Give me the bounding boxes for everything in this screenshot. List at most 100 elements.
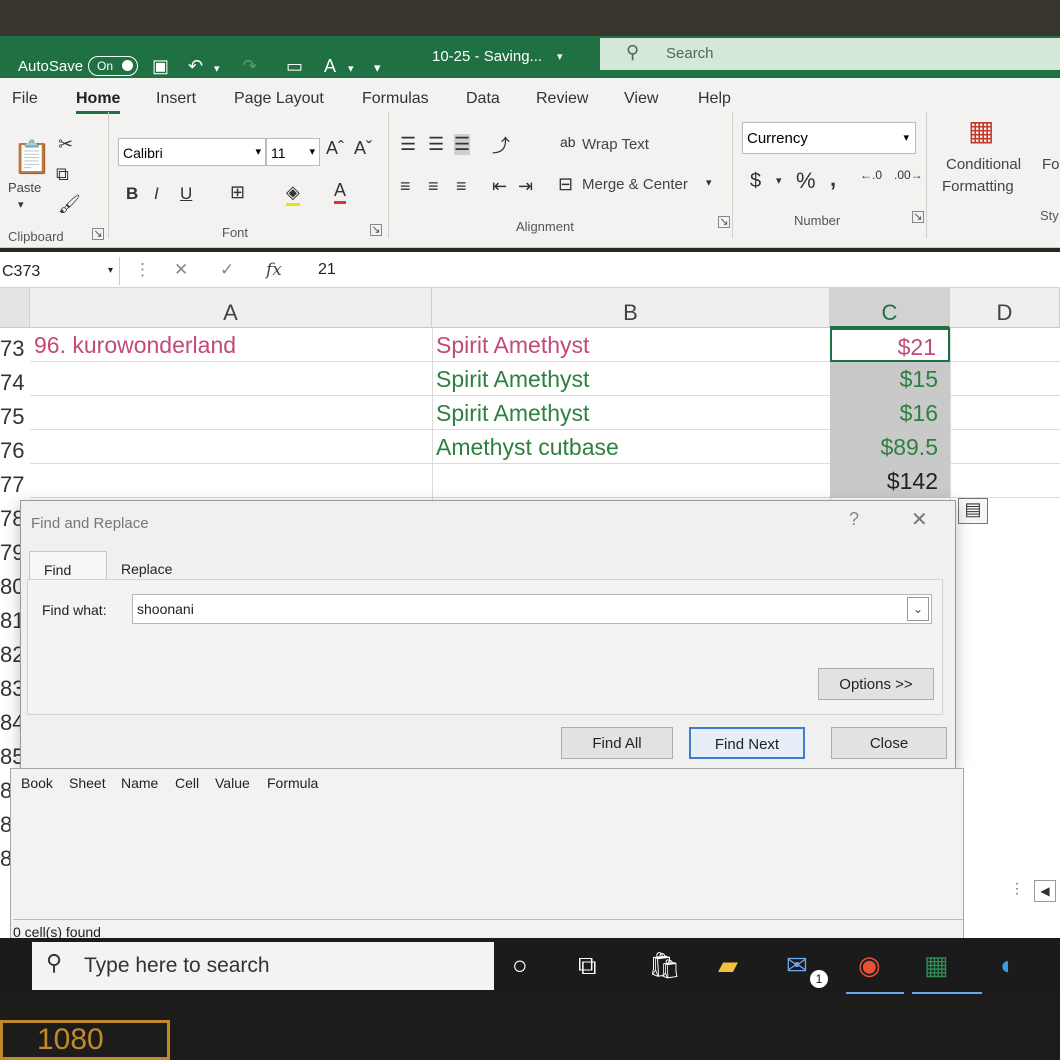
alignment-launcher-icon[interactable]: ↘ [718,216,730,228]
excel-icon[interactable]: ▦ [924,950,949,981]
quick-analysis-icon[interactable]: ▤ [958,498,988,524]
decrease-font-icon[interactable]: Aˇ [354,138,372,159]
cortana-icon[interactable]: ○ [512,950,528,981]
select-all-corner[interactable] [0,288,30,328]
results-col-name[interactable]: Name [121,775,158,791]
italic-icon[interactable]: I [154,184,159,204]
title-dropdown-icon[interactable]: ▾ [557,50,563,63]
results-col-sheet[interactable]: Sheet [69,775,106,791]
row-header-75[interactable]: 75 [0,404,30,430]
tab-formulas[interactable]: Formulas [362,90,429,108]
column-header-a[interactable]: A [30,288,432,328]
results-col-value[interactable]: Value [215,775,250,791]
font-color-dropdown-icon[interactable]: ▾ [348,62,354,75]
customize-qat-icon[interactable]: ▾ [374,60,381,76]
edge-icon[interactable]: ◐ [1000,950,1016,981]
column-header-b[interactable]: B [432,288,830,328]
tab-home[interactable]: Home [76,90,121,114]
taskbar-search[interactable]: ⚲ Type here to search [32,942,494,990]
format-as-table-partial[interactable]: Fo [1042,156,1060,173]
format-painter-icon[interactable]: 🖌 [58,194,81,215]
results-col-book[interactable]: Book [21,775,53,791]
chevron-down-icon[interactable]: ⌄ [907,597,929,621]
find-all-button[interactable]: Find All [561,727,673,759]
chevron-down-icon[interactable]: ▾ [776,174,782,187]
cell-c73[interactable]: $21 [830,328,950,362]
redo-icon[interactable]: ↷ [242,56,257,77]
copy-icon[interactable]: ⧉ [56,164,69,185]
tab-file[interactable]: File [12,90,38,108]
wrap-text-button[interactable]: Wrap Text [582,136,649,153]
task-view-icon[interactable]: ⧉ [578,950,597,982]
align-left-icon[interactable]: ≡ [400,176,411,197]
enter-icon[interactable]: ✓ [220,260,234,280]
wrap-text-icon[interactable]: ab [560,134,576,150]
search-box[interactable]: ⚲ Search [600,38,1060,70]
currency-icon[interactable]: $ [750,170,761,193]
font-name-select[interactable]: Calibri ▾ [118,138,266,166]
orientation-icon[interactable]: ⤴ [492,132,510,158]
cell-a73[interactable]: 96. kurowonderland [34,328,236,362]
scroll-left-icon[interactable]: ◀ [1034,880,1056,902]
font-launcher-icon[interactable]: ↘ [370,224,382,236]
row-header-76[interactable]: 76 [0,438,30,464]
bold-icon[interactable]: B [126,184,138,204]
row-header-77[interactable]: 77 [0,472,30,498]
borders-icon[interactable]: ⊞ [230,182,245,203]
row-header-74[interactable]: 74 [0,370,30,396]
paste-dropdown-icon[interactable]: ▾ [18,198,24,211]
name-box[interactable]: C373 ▾ [0,257,120,285]
cancel-icon[interactable]: ✕ [174,260,188,280]
file-explorer-icon[interactable]: ▰ [718,950,738,981]
align-right-icon[interactable]: ≡ [456,176,467,197]
chrome-icon[interactable]: ◉ [858,950,881,981]
increase-font-icon[interactable]: Aˆ [326,138,344,159]
number-launcher-icon[interactable]: ↘ [912,211,924,223]
increase-decimal-icon[interactable]: ←.0 [860,168,882,182]
results-col-cell[interactable]: Cell [175,775,199,791]
merge-center-button[interactable]: Merge & Center [582,176,688,193]
align-bottom-icon[interactable]: ☰ [454,134,471,155]
column-header-c[interactable]: C [830,288,950,328]
tab-review[interactable]: Review [536,90,588,108]
find-next-button[interactable]: Find Next [689,727,805,759]
paste-label[interactable]: Paste [8,180,41,195]
cell-c76[interactable]: $89.5 [830,430,950,464]
align-center-icon[interactable]: ≡ [428,176,439,197]
find-what-input[interactable]: shoonani ⌄ [132,594,932,624]
merge-center-icon[interactable]: ⊟ [558,174,573,195]
underline-icon[interactable]: U [180,184,192,204]
cell-b75[interactable]: Spirit Amethyst [436,396,589,430]
tab-page-layout[interactable]: Page Layout [234,90,324,108]
clipboard-launcher-icon[interactable]: ↘ [92,228,104,240]
cell-b74[interactable]: Spirit Amethyst [436,362,589,396]
save-icon[interactable]: ▣ [152,56,169,77]
tab-data[interactable]: Data [466,90,500,108]
chevron-down-icon[interactable]: ▾ [706,176,712,189]
conditional-formatting-icon[interactable]: ▦ [968,114,994,147]
cell-b76[interactable]: Amethyst cutbase [436,430,619,464]
cell-c77[interactable]: $142 [830,464,950,498]
undo-icon[interactable]: ↶ [188,56,203,77]
font-size-select[interactable]: 11 ▾ [266,138,320,166]
font-color-qat-icon[interactable]: A [324,56,336,77]
align-middle-icon[interactable]: ☰ [428,134,444,155]
close-button[interactable]: Close [831,727,947,759]
fill-color-icon[interactable]: ◈ [286,182,300,206]
tab-help[interactable]: Help [698,90,731,108]
results-col-formula[interactable]: Formula [267,775,318,791]
cut-icon[interactable]: ✂ [58,134,73,155]
align-top-icon[interactable]: ☰ [400,134,416,155]
increase-indent-icon[interactable]: ⇥ [518,176,533,197]
comma-style-icon[interactable]: , [830,166,836,192]
mail-icon[interactable]: ✉ [786,950,808,981]
undo-dropdown-icon[interactable]: ▾ [214,62,220,75]
open-folder-icon[interactable]: ▭ [286,56,303,77]
conditional-formatting-line2[interactable]: Formatting [942,178,1014,195]
cell-c74[interactable]: $15 [830,362,950,396]
decrease-indent-icon[interactable]: ⇤ [492,176,507,197]
insert-function-icon[interactable]: fx [266,260,282,280]
conditional-formatting-line1[interactable]: Conditional [946,156,1021,173]
options-button[interactable]: Options >> [818,668,934,700]
font-color-icon[interactable]: A [334,180,347,204]
